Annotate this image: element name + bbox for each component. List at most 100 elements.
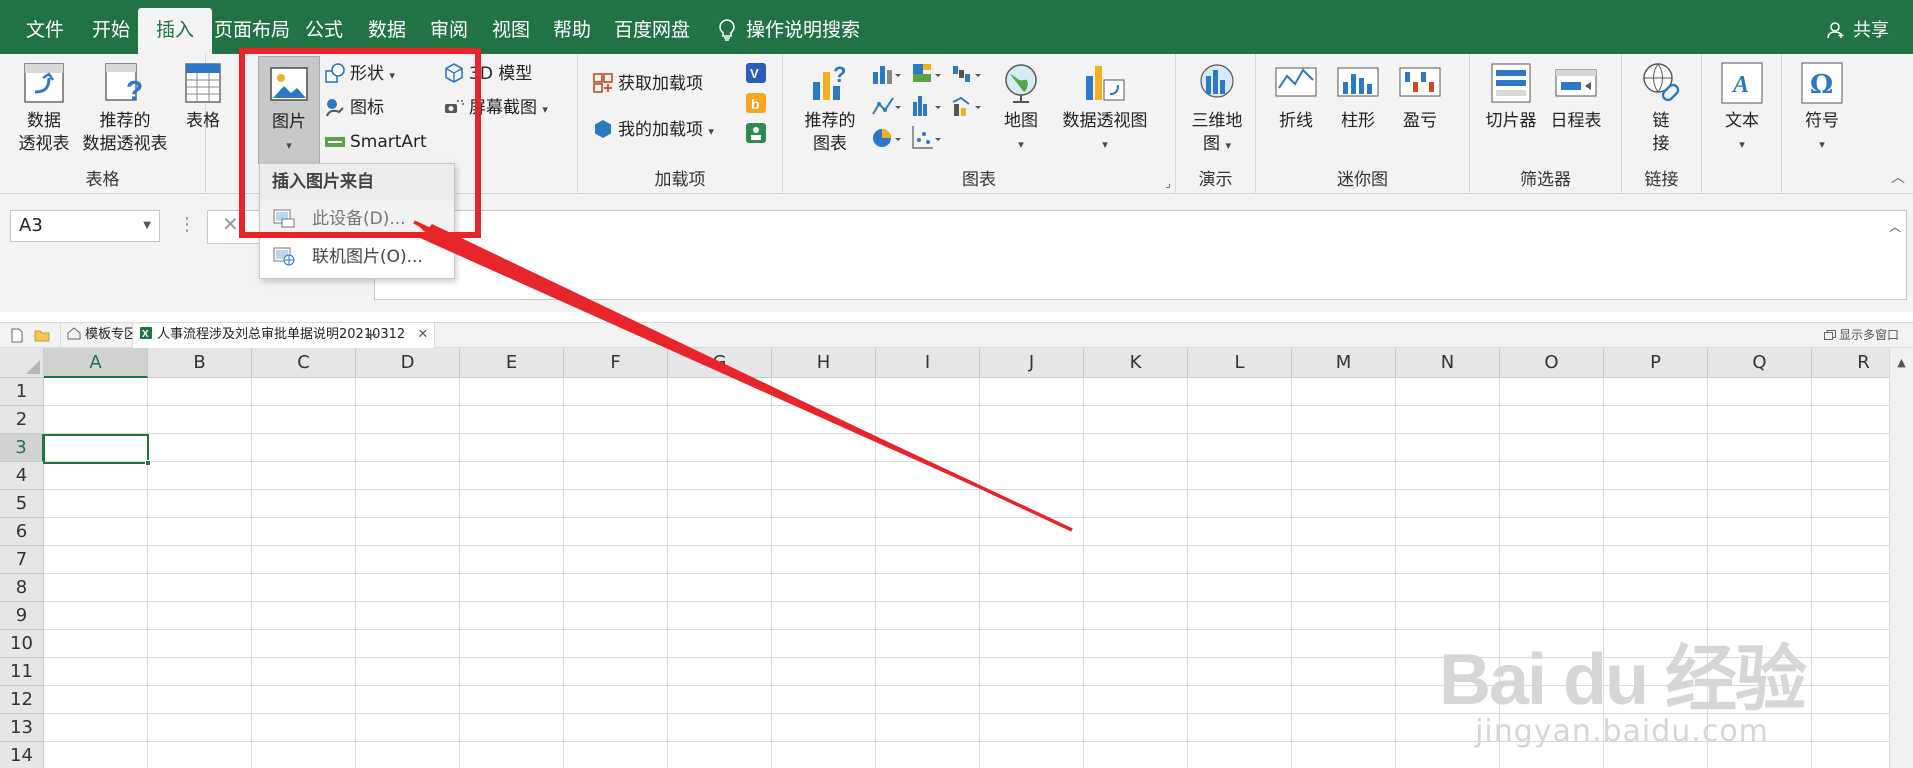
column-header-i[interactable]: I xyxy=(876,348,980,378)
group-filters: 切片器 日程表 筛选器 xyxy=(1470,54,1622,194)
show-multi-window-button[interactable]: 显示多窗口 xyxy=(1823,323,1899,347)
name-box-caret-icon[interactable]: ▼ xyxy=(143,211,151,241)
row-header-9[interactable]: 9 xyxy=(0,602,44,630)
column-header-l[interactable]: L xyxy=(1188,348,1292,378)
select-all-corner[interactable] xyxy=(0,348,44,378)
slicer-button[interactable]: 切片器 xyxy=(1482,60,1540,133)
recommended-charts-button[interactable]: ? 推荐的 图表 xyxy=(795,60,865,156)
row-header-5[interactable]: 5 xyxy=(0,490,44,518)
cell-area[interactable] xyxy=(44,378,1889,768)
tab-baidu-netdisk[interactable]: 百度网盘 xyxy=(596,8,708,54)
3d-map-caret-icon: ▾ xyxy=(1225,139,1231,152)
column-header-g[interactable]: G xyxy=(668,348,772,378)
pie-chart-icon[interactable] xyxy=(871,124,901,152)
3d-map-button[interactable]: 三维地 图 ▾ xyxy=(1186,60,1248,157)
tab-home[interactable]: 开始 xyxy=(74,8,148,54)
maps-button[interactable]: 地图 ▾ xyxy=(993,60,1049,156)
share-button[interactable]: 共享 xyxy=(1827,16,1889,42)
my-addins-icon xyxy=(595,120,611,138)
bing-icon[interactable]: b xyxy=(745,92,767,114)
column-header-j[interactable]: J xyxy=(980,348,1084,378)
screenshot-button[interactable]: 屏幕截图 ▾ xyxy=(443,94,548,122)
recommended-pivot-label-2: 数据透视表 xyxy=(82,134,168,154)
timeline-button[interactable]: 日程表 xyxy=(1546,60,1606,133)
row-header-14[interactable]: 14 xyxy=(0,742,44,768)
icons-button[interactable]: 图标 xyxy=(324,94,384,122)
column-header-q[interactable]: Q xyxy=(1708,348,1812,378)
combo-chart-icon[interactable] xyxy=(951,92,981,120)
menu-item-online-pictures[interactable]: 联机图片(O)... xyxy=(260,238,454,276)
pivot-chart-caret-icon: ▾ xyxy=(1102,138,1108,151)
line-chart-icon[interactable] xyxy=(871,92,901,120)
3d-models-button[interactable]: 3D 模型 xyxy=(443,60,532,88)
close-tab-icon[interactable]: ✕ xyxy=(417,327,428,342)
smartart-button[interactable]: SmartArt xyxy=(324,128,427,156)
row-header-6[interactable]: 6 xyxy=(0,518,44,546)
pivot-table-button[interactable]: 数据 透视表 xyxy=(12,60,76,156)
name-box[interactable]: A3 ▼ xyxy=(10,210,160,242)
scroll-up-icon[interactable]: ▲ xyxy=(1890,356,1913,369)
row-header-13[interactable]: 13 xyxy=(0,714,44,742)
waterfall-chart-icon[interactable] xyxy=(951,60,981,88)
scatter-chart-icon[interactable] xyxy=(911,124,941,152)
pictures-label: 图片 xyxy=(272,112,306,132)
column-header-m[interactable]: M xyxy=(1292,348,1396,378)
row-header-10[interactable]: 10 xyxy=(0,630,44,658)
column-header-c[interactable]: C xyxy=(252,348,356,378)
people-graph-icon[interactable] xyxy=(745,122,767,144)
text-button[interactable]: A 文本 ▾ xyxy=(1714,60,1770,156)
add-tab-icon[interactable]: + xyxy=(364,323,377,348)
workbook-tab[interactable]: X 人事流程涉及刘总审批单据说明20210312 ✕ xyxy=(132,323,436,348)
smartart-icon xyxy=(325,137,345,147)
recommended-charts-label-2: 图表 xyxy=(813,134,847,154)
pictures-button[interactable]: 图片 ▾ xyxy=(258,56,320,164)
column-header-a[interactable]: A xyxy=(44,348,148,378)
new-document-icon[interactable] xyxy=(10,328,24,343)
open-folder-icon[interactable] xyxy=(34,329,50,342)
symbols-button[interactable]: Ω 符号 ▾ xyxy=(1794,60,1850,156)
active-cell-a3[interactable] xyxy=(43,434,151,466)
row-header-2[interactable]: 2 xyxy=(0,406,44,434)
cancel-formula-icon[interactable]: ✕ xyxy=(222,212,239,236)
vertical-scrollbar[interactable]: ▲ xyxy=(1889,348,1913,768)
row-header-1[interactable]: 1 xyxy=(0,378,44,406)
column-header-p[interactable]: P xyxy=(1604,348,1708,378)
row-header-12[interactable]: 12 xyxy=(0,686,44,714)
symbols-caret-icon: ▾ xyxy=(1819,138,1825,151)
column-header-e[interactable]: E xyxy=(460,348,564,378)
tab-file[interactable]: 文件 xyxy=(8,8,82,54)
formula-collapse-icon[interactable]: ︿ xyxy=(1889,218,1901,235)
template-zone-tab[interactable]: 模板专区 xyxy=(60,323,143,348)
column-header-b[interactable]: B xyxy=(148,348,252,378)
sparkline-column-button[interactable]: 柱形 xyxy=(1332,60,1384,133)
column-header-d[interactable]: D xyxy=(356,348,460,378)
row-header-7[interactable]: 7 xyxy=(0,546,44,574)
statistic-chart-icon[interactable] xyxy=(911,92,941,120)
formula-input[interactable] xyxy=(207,210,1907,244)
column-header-n[interactable]: N xyxy=(1396,348,1500,378)
column-header-k[interactable]: K xyxy=(1084,348,1188,378)
collapse-ribbon-icon[interactable]: ︿ xyxy=(1891,167,1905,187)
menu-item-this-device[interactable]: 此设备(D)... xyxy=(260,200,454,238)
row-header-3[interactable]: 3 xyxy=(0,434,44,462)
row-header-4[interactable]: 4 xyxy=(0,462,44,490)
row-header-8[interactable]: 8 xyxy=(0,574,44,602)
hierarchy-chart-icon[interactable] xyxy=(911,60,941,88)
column-header-f[interactable]: F xyxy=(564,348,668,378)
tell-me-search[interactable]: 操作说明搜索 xyxy=(700,8,878,54)
row-header-11[interactable]: 11 xyxy=(0,658,44,686)
my-addins-button[interactable]: 我的加载项 ▾ xyxy=(592,116,714,144)
get-addins-button[interactable]: 获取加载项 xyxy=(592,70,703,98)
link-button[interactable]: 链 接 xyxy=(1636,60,1686,156)
shapes-button[interactable]: 形状 ▾ xyxy=(324,60,395,88)
column-header-o[interactable]: O xyxy=(1500,348,1604,378)
fill-handle[interactable] xyxy=(145,460,151,466)
recommended-pivot-button[interactable]: ? 推荐的 数据透视表 xyxy=(76,60,174,156)
column-chart-icon[interactable] xyxy=(871,60,901,88)
column-header-h[interactable]: H xyxy=(772,348,876,378)
sparkline-winloss-button[interactable]: 盈亏 xyxy=(1394,60,1446,133)
pivot-chart-button[interactable]: 数据透视图 ▾ xyxy=(1055,60,1155,156)
visio-icon[interactable]: V xyxy=(745,62,767,84)
sparkline-line-button[interactable]: 折线 xyxy=(1270,60,1322,133)
formula-input-expanded[interactable] xyxy=(374,243,1907,300)
